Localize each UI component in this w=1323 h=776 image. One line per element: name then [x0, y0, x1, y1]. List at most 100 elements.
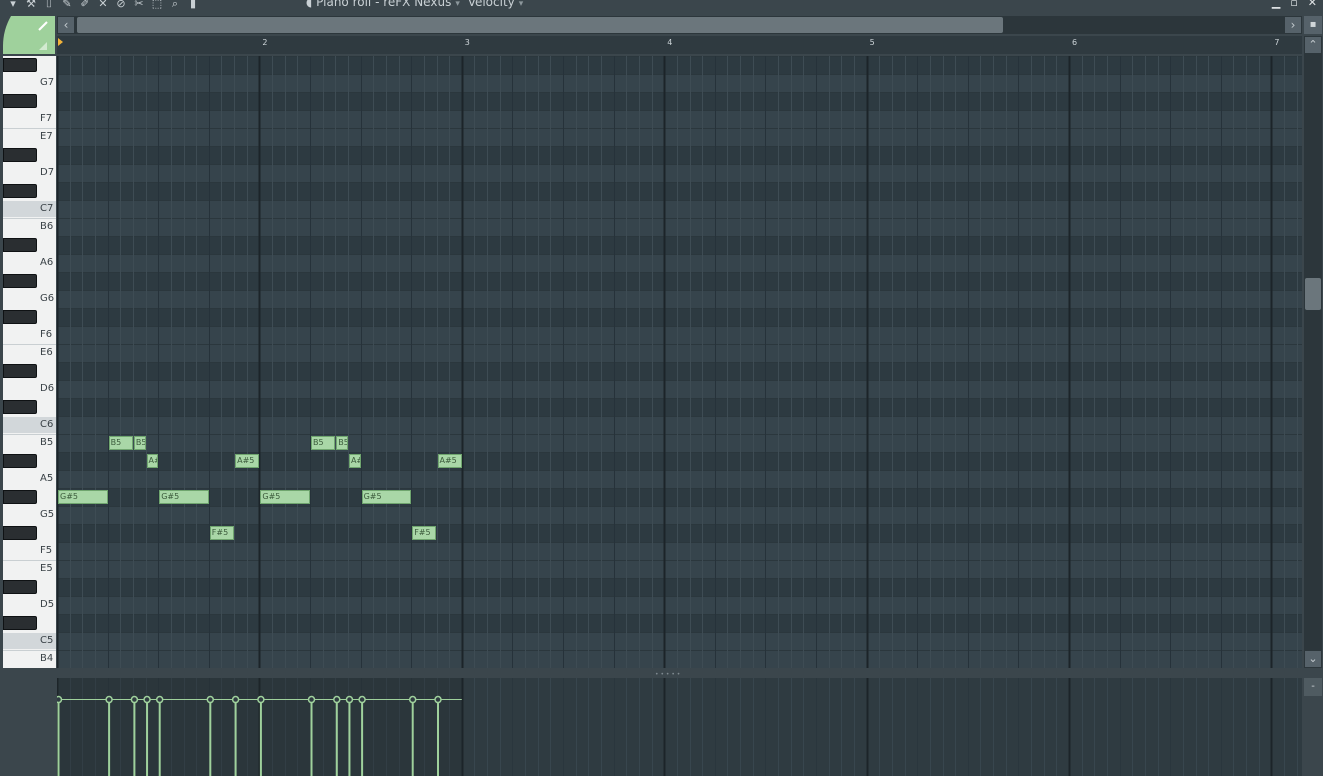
key-label: C6: [40, 419, 54, 430]
velocity-handle[interactable]: [57, 695, 63, 704]
black-key[interactable]: [3, 616, 37, 630]
grid-row: [57, 56, 1302, 74]
timeline-ruler[interactable]: 2 3 4 5 6 7: [57, 36, 1302, 54]
grid-row: [57, 434, 1302, 452]
black-key[interactable]: [3, 310, 37, 324]
bar-number: 4: [667, 38, 673, 47]
grid-row: [57, 326, 1302, 344]
black-key[interactable]: [3, 274, 37, 288]
black-key[interactable]: [3, 148, 37, 162]
black-key[interactable]: [3, 364, 37, 378]
note[interactable]: G#5: [260, 490, 310, 504]
note[interactable]: B5: [133, 436, 146, 450]
select-icon[interactable]: ⬚: [150, 0, 164, 11]
paint-brush-icon[interactable]: ✐: [78, 0, 92, 11]
note[interactable]: G#5: [361, 490, 412, 504]
playback-icon[interactable]: ▮: [186, 0, 200, 11]
piano-roll-logo[interactable]: [3, 16, 55, 54]
black-key[interactable]: [3, 454, 37, 468]
scroll-up-icon[interactable]: ⌃: [1305, 37, 1321, 53]
event-editor-gutter: [3, 678, 56, 776]
piano-keyboard[interactable]: G7 F7 E7 D7 C7 B6 A6 G6 F6 E6 D6 C6 B5 A5 G5 F5 E5 D5 C5 B4: [3, 56, 56, 668]
velocity-handle[interactable]: [155, 695, 164, 704]
event-editor-menu-button[interactable]: -: [1304, 678, 1322, 696]
key-divider: [3, 218, 56, 219]
note[interactable]: G#5: [159, 490, 209, 504]
velocity-handle[interactable]: [434, 695, 442, 704]
scroll-down-icon[interactable]: ⌄: [1305, 651, 1321, 667]
menu-arrow-icon[interactable]: ▾: [6, 0, 20, 11]
title-dropdown-icon[interactable]: ▾: [455, 0, 460, 9]
velocity-handle[interactable]: [333, 695, 341, 704]
grid-row: [57, 272, 1302, 290]
window-title[interactable]: ◖ Piano roll - reFX Nexus ▾ Velocity ▾: [306, 0, 527, 11]
velocity-event-editor[interactable]: [57, 678, 1302, 776]
delete-icon[interactable]: ✕: [96, 0, 110, 11]
vertical-scrollbar[interactable]: ⌃ ⌄: [1304, 36, 1322, 668]
velocity-handle[interactable]: [358, 695, 366, 704]
key-divider: [3, 560, 56, 561]
note[interactable]: B5: [336, 436, 348, 450]
black-key[interactable]: [3, 58, 37, 72]
velocity-handle[interactable]: [307, 695, 316, 704]
target-text[interactable]: Velocity: [468, 0, 515, 9]
note[interactable]: A#5: [146, 454, 159, 468]
note-grid[interactable]: G#5B5B5A#5G#5F#5A#5G#5B5B5A#5G#5F#5A#5: [57, 56, 1302, 668]
grid-row: [57, 614, 1302, 632]
horizontal-scroll-thumb[interactable]: [77, 17, 1003, 33]
velocity-handle[interactable]: [206, 695, 215, 704]
black-key[interactable]: [3, 400, 37, 414]
zoom-icon[interactable]: ⌕: [168, 0, 182, 11]
black-key[interactable]: [3, 238, 37, 252]
velocity-lines: [57, 678, 1298, 776]
slice-icon[interactable]: ✂: [132, 0, 146, 11]
black-key[interactable]: [3, 490, 37, 504]
black-key[interactable]: [3, 94, 37, 108]
note[interactable]: B5: [108, 436, 133, 450]
grid-row: [57, 200, 1302, 218]
pencil-icon[interactable]: ✎: [60, 0, 74, 11]
velocity-handle[interactable]: [257, 695, 265, 704]
key-label: A6: [40, 257, 54, 268]
note[interactable]: F#5: [209, 526, 235, 540]
black-key[interactable]: [3, 580, 37, 594]
toolbar: ▾ ⚒ ⌷ ✎ ✐ ✕ ⊘ ✂ ⬚ ⌕ ▮ ◖ Piano roll - reF…: [0, 0, 1323, 14]
wrench-icon[interactable]: ⚒: [24, 0, 38, 11]
key-label: G5: [40, 509, 55, 520]
corner-menu-button[interactable]: ▪: [1304, 16, 1322, 34]
mute-icon[interactable]: ⊘: [114, 0, 128, 11]
key-label: F7: [40, 113, 53, 124]
velocity-handle[interactable]: [408, 695, 417, 704]
velocity-handle[interactable]: [231, 695, 240, 704]
event-editor-splitter[interactable]: • • • • •: [0, 668, 1323, 678]
vertical-scroll-thumb[interactable]: [1305, 278, 1321, 310]
song-position-marker-icon[interactable]: [58, 38, 63, 46]
velocity-handle[interactable]: [105, 695, 113, 704]
note[interactable]: G#5: [58, 490, 108, 504]
scroll-right-icon[interactable]: ›: [1285, 17, 1301, 33]
scroll-left-icon[interactable]: ‹: [58, 17, 74, 33]
note[interactable]: F#5: [412, 526, 437, 540]
target-dropdown-icon[interactable]: ▾: [519, 0, 524, 9]
velocity-handle[interactable]: [345, 695, 354, 704]
close-icon[interactable]: ✕: [1308, 0, 1317, 9]
grid-row: [57, 308, 1302, 326]
black-key[interactable]: [3, 526, 37, 540]
grid-row: [57, 146, 1302, 164]
maximize-icon[interactable]: ▫: [1290, 0, 1297, 9]
grid-row: [57, 182, 1302, 200]
velocity-handle[interactable]: [130, 695, 139, 704]
note[interactable]: A#5: [348, 454, 361, 468]
stamp-icon[interactable]: ⌷: [42, 0, 56, 11]
horizontal-scrollbar[interactable]: ‹ ›: [57, 16, 1302, 34]
note[interactable]: A#5: [437, 454, 462, 468]
splitter-grip-icon[interactable]: • • • • •: [655, 671, 680, 678]
velocity-handle[interactable]: [143, 695, 151, 704]
grid-row: [57, 398, 1302, 416]
note[interactable]: A#5: [235, 454, 260, 468]
black-key[interactable]: [3, 184, 37, 198]
minimize-icon[interactable]: ▁: [1272, 0, 1280, 9]
note[interactable]: B5: [311, 436, 336, 450]
grid-row: [57, 218, 1302, 236]
grid-row: [57, 524, 1302, 542]
